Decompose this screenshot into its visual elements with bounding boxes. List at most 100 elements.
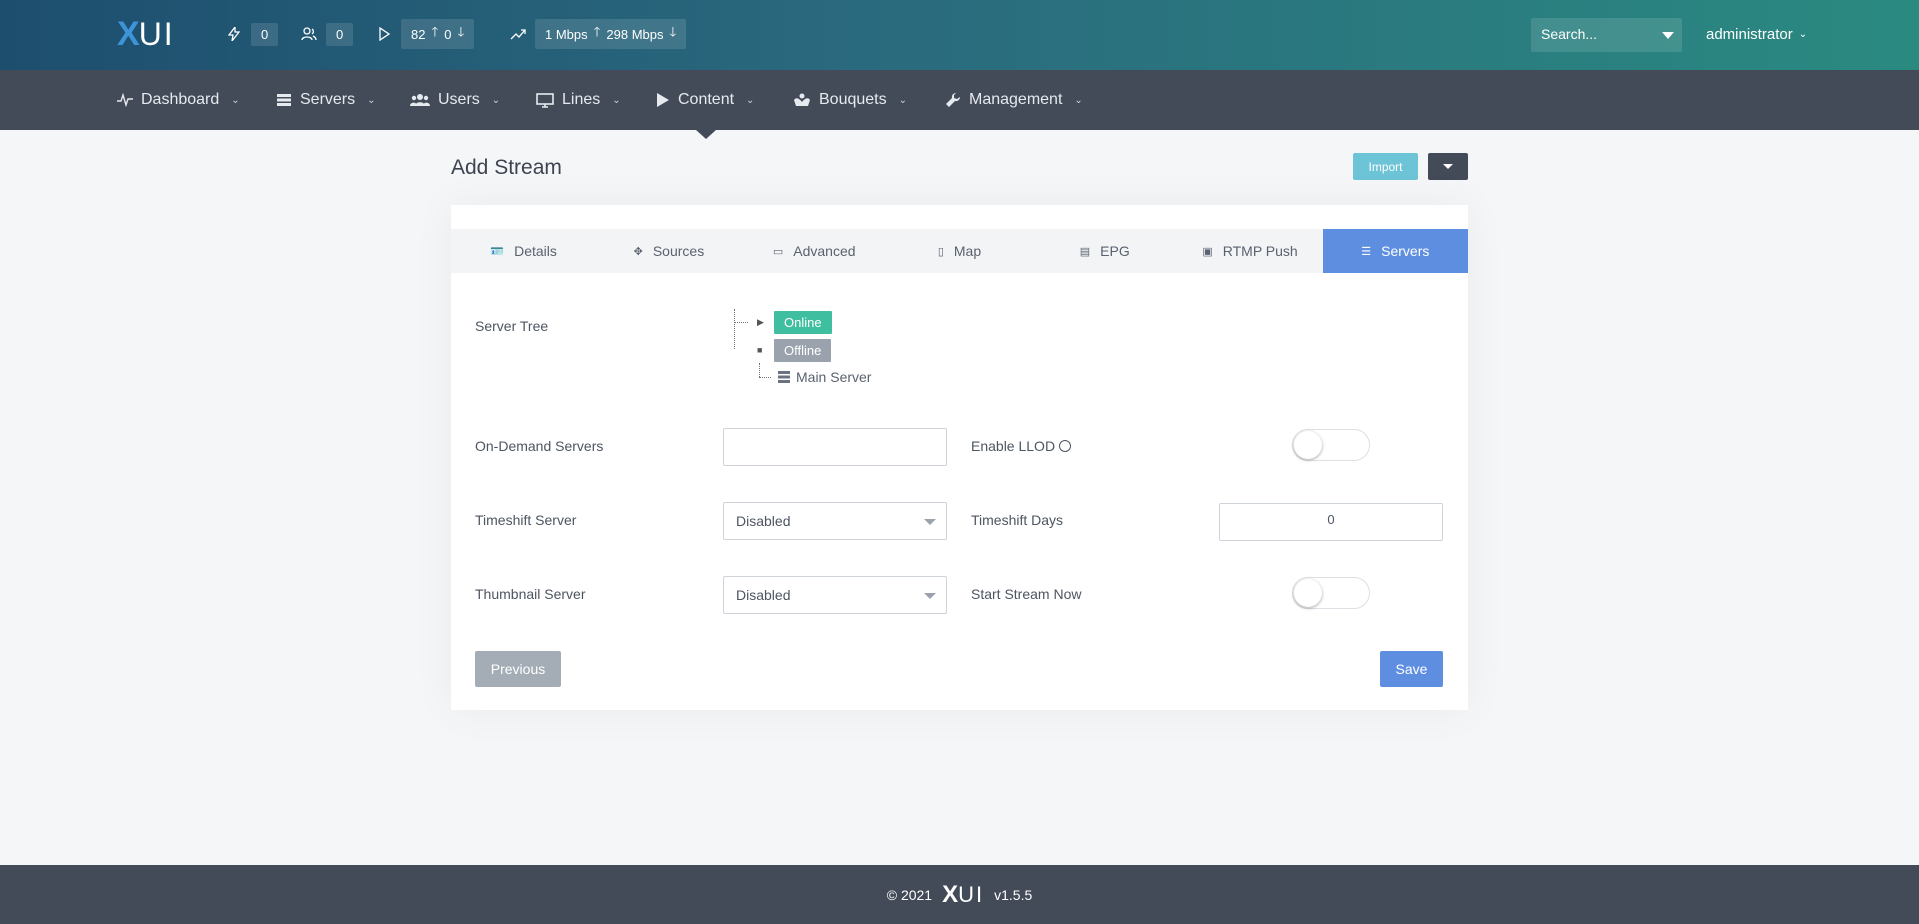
server-icon (277, 94, 291, 106)
stat-streams-down: 0 (444, 26, 452, 42)
tree-connector (759, 377, 771, 378)
enable-llod-label-wrap: Enable LLOD (971, 438, 1072, 454)
tree-node-online[interactable]: Online (774, 311, 832, 334)
chevron-down-icon (924, 593, 936, 599)
nav-bouquets[interactable]: Bouquets ⌄ (793, 70, 907, 130)
stat-users-value: 0 (326, 22, 354, 46)
timeshift-days-input[interactable]: 0 (1219, 503, 1443, 541)
bandwidth-down: 298 Mbps (606, 26, 664, 42)
timeshift-server-value: Disabled (736, 513, 791, 529)
tab-sources[interactable]: ✥ Sources (596, 229, 741, 273)
footer-logo: X UI (942, 881, 984, 909)
thumbnail-server-select[interactable]: Disabled (723, 576, 947, 614)
timeshift-days-label: Timeshift Days (971, 512, 1064, 528)
chevron-down-icon: ⌄ (612, 94, 621, 106)
caret-down-icon (1443, 164, 1453, 169)
info-circle-icon[interactable] (1059, 440, 1072, 452)
stat-streams[interactable]: 82 🡑 0 🡓 (375, 19, 475, 49)
server-icon: ☰ (1361, 245, 1372, 258)
nav-content-label: Content (678, 91, 735, 108)
nav-users[interactable]: Users ⌄ (410, 70, 500, 130)
map-icon: ▯ (937, 245, 944, 258)
chevron-down-icon: ⌄ (231, 94, 240, 106)
tab-servers-label: Servers (1381, 243, 1430, 259)
tab-details[interactable]: 🪪 Details (451, 229, 596, 273)
trend-icon (509, 25, 527, 43)
start-stream-now-toggle[interactable] (1292, 577, 1370, 609)
nav-lines-label: Lines (562, 91, 601, 108)
chevron-down-icon: ⌄ (898, 94, 907, 106)
arrow-up-icon: 🡑 (593, 24, 601, 39)
start-stream-now-label: Start Stream Now (971, 586, 1082, 602)
nav-bouquets-label: Bouquets (819, 91, 887, 108)
tv-guide-icon: ▤ (1079, 245, 1091, 258)
footer-logo-ui: UI (958, 881, 985, 907)
stat-connections[interactable]: 0 (225, 20, 279, 48)
footer: © 2021 X UI v1.5.5 (0, 865, 1919, 924)
wrench-icon (946, 92, 961, 107)
user-name: administrator (1706, 26, 1793, 43)
nav-dashboard[interactable]: Dashboard ⌄ (117, 70, 240, 130)
nav-content[interactable]: Content ⌄ (656, 70, 754, 130)
server-icon (778, 371, 790, 383)
nav-dashboard-label: Dashboard (141, 91, 220, 108)
logo-ui: UI (138, 15, 175, 52)
chevron-down-icon: ⌄ (367, 94, 376, 106)
footer-version: v1.5.5 (994, 886, 1033, 903)
user-menu[interactable]: administrator ⌄ (1706, 26, 1807, 43)
expand-icon[interactable]: ▶ (757, 317, 764, 328)
tab-epg[interactable]: ▤ EPG (1032, 229, 1177, 273)
stat-bandwidth[interactable]: 1 Mbps 🡑 298 Mbps 🡓 (509, 19, 687, 49)
toggle-knob (1294, 579, 1322, 607)
stat-users[interactable]: 0 (300, 20, 354, 48)
tree-connector (734, 322, 748, 323)
tab-rtmp-push-label: RTMP Push (1222, 243, 1298, 259)
app-logo[interactable]: X UI (117, 15, 175, 53)
flower-icon (794, 93, 810, 106)
chevron-down-icon: ⌄ (491, 94, 501, 106)
nav-management-label: Management (969, 91, 1063, 108)
nav-users-label: Users (438, 91, 480, 108)
collapse-icon[interactable]: ■ (757, 345, 762, 355)
tree-connector (734, 309, 735, 349)
import-dropdown-button[interactable] (1428, 153, 1468, 180)
move-icon: ✥ (633, 245, 643, 258)
tab-map[interactable]: ▯ Map (887, 229, 1032, 273)
push-icon: ▣ (1202, 245, 1213, 258)
save-button[interactable]: Save (1380, 651, 1443, 687)
top-bar: X UI 0 0 82 🡑 0 🡓 1 Mbps 🡑 298 Mbps 🡓 Se… (0, 0, 1919, 70)
search-input[interactable]: Search... (1531, 18, 1682, 52)
arrow-up-icon: 🡑 (431, 24, 439, 39)
chevron-down-icon: ⌄ (746, 94, 755, 106)
tab-advanced[interactable]: ▭ Advanced (742, 229, 887, 273)
tab-servers[interactable]: ☰ Servers (1322, 229, 1468, 273)
play-icon (375, 25, 393, 43)
footer-copyright: © 2021 (886, 886, 933, 903)
timeshift-server-select[interactable]: Disabled (723, 502, 947, 540)
chevron-down-icon (924, 519, 936, 525)
on-demand-servers-label: On-Demand Servers (475, 438, 604, 454)
monitor-icon (536, 92, 554, 108)
arrow-down-icon: 🡓 (669, 24, 677, 39)
tab-rtmp-push[interactable]: ▣ RTMP Push (1177, 229, 1322, 273)
import-button[interactable]: Import (1353, 153, 1418, 180)
on-demand-servers-field[interactable] (723, 428, 947, 466)
nav-management[interactable]: Management ⌄ (945, 70, 1083, 130)
pulse-icon (117, 93, 133, 107)
enable-llod-toggle[interactable] (1292, 429, 1370, 461)
nav-active-pointer (696, 130, 716, 139)
tree-node-offline[interactable]: Offline (774, 339, 832, 362)
main-nav: Dashboard ⌄ Servers ⌄ Users ⌄ Lines ⌄ Co… (0, 70, 1919, 130)
enable-llod-label: Enable LLOD (971, 438, 1056, 454)
nav-lines[interactable]: Lines ⌄ (536, 70, 621, 130)
nav-servers[interactable]: Servers ⌄ (276, 70, 376, 130)
stat-bandwidth-value: 1 Mbps 🡑 298 Mbps 🡓 (535, 19, 687, 49)
tab-epg-label: EPG (1100, 243, 1130, 259)
stat-streams-value: 82 🡑 0 🡓 (401, 19, 475, 49)
id-card-icon: 🪪 (490, 245, 505, 258)
users-icon (410, 94, 430, 106)
form-tabs: 🪪 Details ✥ Sources ▭ Advanced ▯ Map ▤ E… (451, 229, 1468, 273)
tree-leaf-main-server[interactable]: Main Server (778, 369, 871, 385)
stat-connections-value: 0 (251, 22, 279, 46)
previous-button[interactable]: Previous (475, 651, 561, 687)
